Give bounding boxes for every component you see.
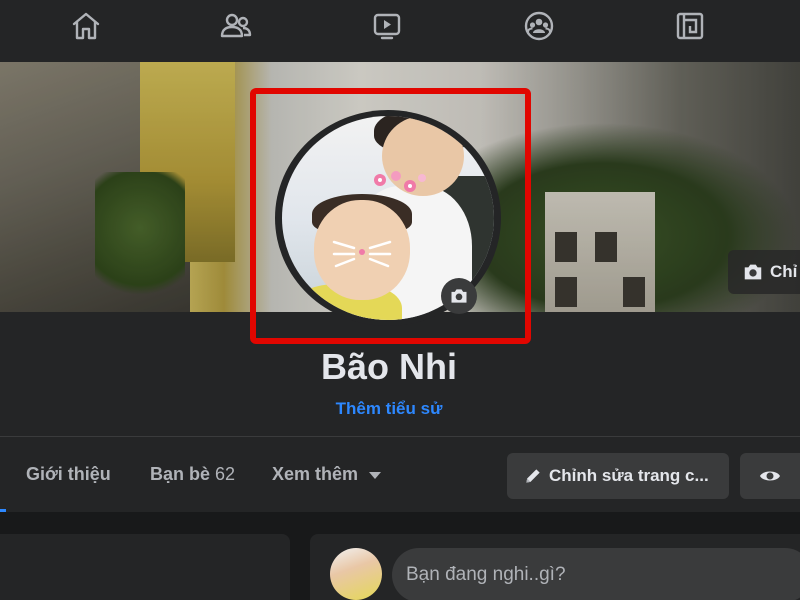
tab-more-label: Xem thêm <box>272 464 359 484</box>
gaming-icon <box>676 12 704 40</box>
nav-groups-button[interactable] <box>511 6 567 46</box>
avatar[interactable] <box>330 548 382 600</box>
profile-content: Bạn đang nghi..gì? <box>0 512 800 600</box>
camera-icon <box>744 264 762 280</box>
friends-icon <box>220 13 252 38</box>
pencil-icon <box>526 469 540 483</box>
watch-icon <box>373 13 401 40</box>
home-icon <box>72 12 100 40</box>
post-composer-input[interactable]: Bạn đang nghi..gì? <box>392 548 800 600</box>
tab-friends-label: Bạn bè <box>150 464 211 484</box>
profile-tab-bar: Giới thiệu Bạn bè 62 Xem thêm Chỉnh sửa … <box>0 436 800 513</box>
eye-icon <box>760 471 780 481</box>
composer-placeholder: Bạn đang nghi..gì? <box>406 564 566 585</box>
edit-cover-photo-label: Chỉ <box>770 262 798 281</box>
nav-gaming-button[interactable] <box>662 6 718 46</box>
profile-name: Bão Nhi <box>320 346 457 387</box>
tab-about[interactable]: Giới thiệu <box>26 464 111 485</box>
nav-watch-button[interactable] <box>359 6 415 46</box>
view-as-button[interactable] <box>740 453 800 499</box>
nav-friends-button[interactable] <box>208 6 264 46</box>
edit-cover-photo-button[interactable]: Chỉ <box>728 250 800 294</box>
groups-icon <box>524 11 554 41</box>
tab-more[interactable]: Xem thêm <box>272 464 382 485</box>
intro-card <box>0 534 290 600</box>
edit-profile-button[interactable]: Chỉnh sửa trang c... <box>507 453 729 499</box>
post-composer: Bạn đang nghi..gì? <box>310 534 800 600</box>
tab-about-label: Giới thiệu <box>26 464 111 484</box>
edit-profile-label: Chỉnh sửa trang c... <box>549 466 709 485</box>
caret-down-icon <box>369 471 382 479</box>
top-navigation-bar <box>0 0 800 62</box>
tab-friends[interactable]: Bạn bè 62 <box>150 464 235 485</box>
friends-count: 62 <box>215 464 236 484</box>
nav-home-button[interactable] <box>58 6 114 46</box>
add-bio-link[interactable]: Thêm tiểu sử <box>0 399 778 419</box>
profile-picture-highlight <box>250 88 531 344</box>
